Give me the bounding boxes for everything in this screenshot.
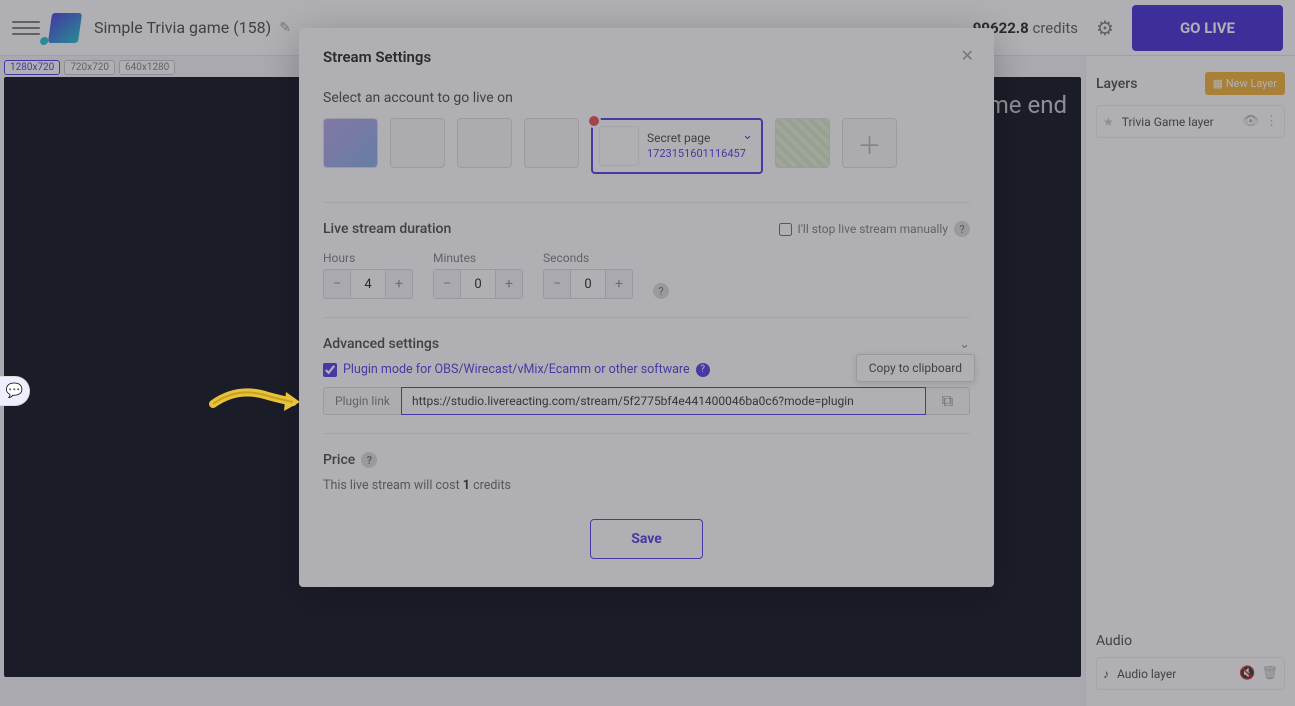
modal-overlay [0, 0, 1295, 706]
chat-tab-icon[interactable]: 💬 [0, 376, 30, 406]
annotation-arrow [208, 384, 302, 424]
